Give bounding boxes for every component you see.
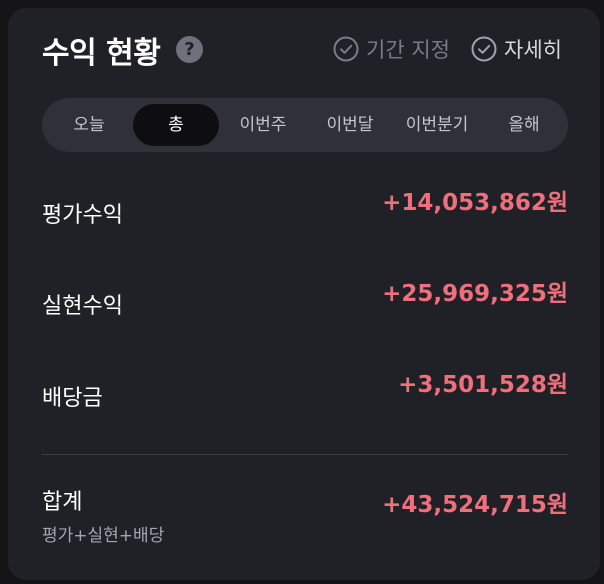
realized-profit-label: 실현수익 xyxy=(42,294,123,319)
tab-this-quarter[interactable]: 이번분기 xyxy=(394,104,480,146)
realized-profit-value: +25,969,325원 xyxy=(382,281,568,307)
valuation-profit-value: +14,053,862원 xyxy=(382,190,568,216)
tab-this-week[interactable]: 이번주 xyxy=(220,104,306,146)
period-option-label: 기간 지정 xyxy=(366,38,450,62)
detail-option-label: 자세히 xyxy=(504,38,562,62)
tab-this-year[interactable]: 올해 xyxy=(481,104,567,146)
question-circle-icon[interactable]: ? xyxy=(176,36,203,63)
dividend-label: 배당금 xyxy=(42,386,103,411)
page-title: 수익 현황 xyxy=(42,36,161,71)
divider xyxy=(42,454,568,455)
detail-option[interactable]: 자세히 xyxy=(471,34,562,64)
valuation-profit-label: 평가수익 xyxy=(42,203,123,228)
total-sublabel: 평가+실현+배당 xyxy=(42,526,165,546)
period-select-option[interactable]: 기간 지정 xyxy=(333,34,450,64)
check-circle-icon xyxy=(333,36,359,62)
tab-today[interactable]: 오늘 xyxy=(46,104,132,146)
profit-status-card: 수익 현황 ? 기간 지정 자세히 오늘 총 이번주 이번달 이번분기 올해 평… xyxy=(8,8,600,580)
check-circle-icon xyxy=(471,36,497,62)
total-value: +43,524,715원 xyxy=(382,492,568,518)
tab-total[interactable]: 총 xyxy=(133,104,219,146)
tab-this-month[interactable]: 이번달 xyxy=(307,104,393,146)
period-tabs: 오늘 총 이번주 이번달 이번분기 올해 xyxy=(42,98,568,152)
dividend-value: +3,501,528원 xyxy=(398,372,568,398)
total-label: 합계 xyxy=(42,490,83,515)
